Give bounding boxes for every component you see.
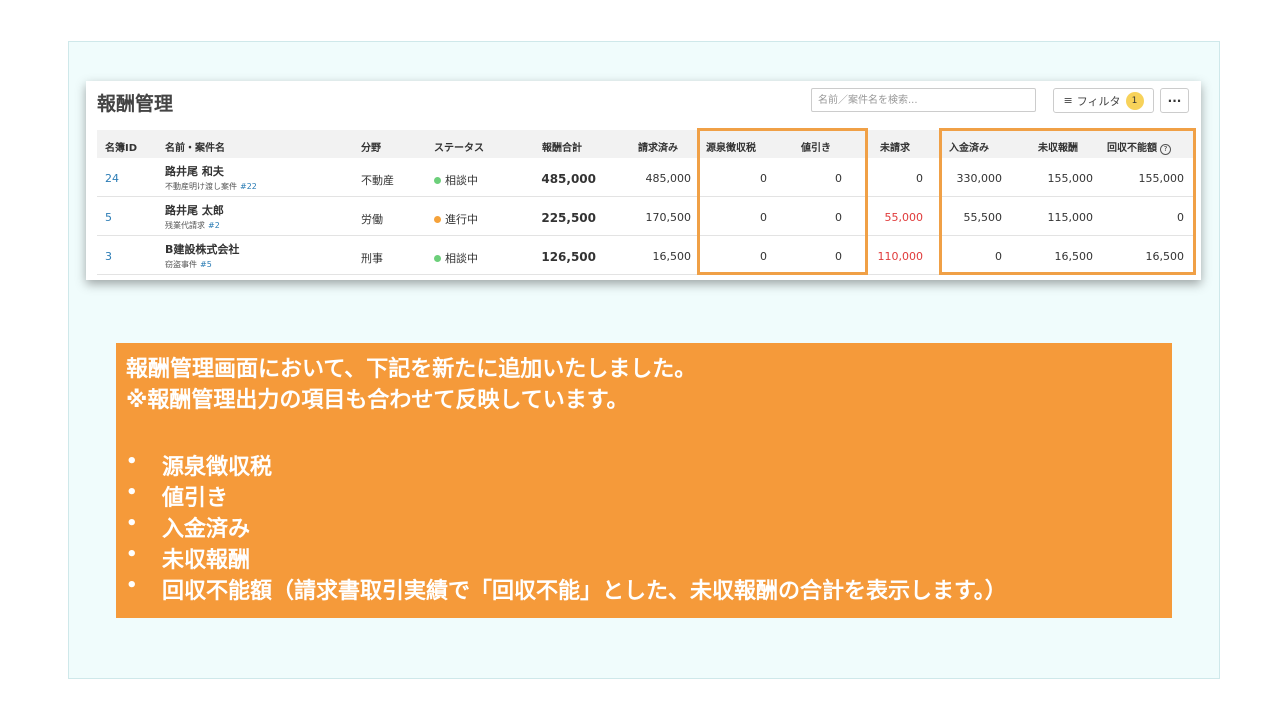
unbilled-cell: 0: [916, 172, 923, 185]
billed-cell: 16,500: [652, 250, 692, 263]
status-dot-icon: [434, 216, 441, 223]
status-label: 進行中: [445, 213, 478, 226]
bullet-icon: •: [126, 513, 138, 534]
header-billed[interactable]: 請求済み: [638, 139, 678, 154]
header-field[interactable]: 分野: [361, 139, 381, 154]
case-info: 残業代請求 #2: [165, 220, 220, 231]
bullet-item: 入金済み: [162, 517, 251, 542]
page-title: 報酬管理: [97, 93, 174, 115]
status-dot-icon: [434, 255, 441, 262]
highlight-box-received-uncollected: [939, 128, 1196, 275]
search-input[interactable]: [811, 88, 1036, 112]
unbilled-cell: 55,000: [884, 211, 924, 224]
case-info: 不動産明け渡し案件 #22: [165, 181, 257, 192]
header-total[interactable]: 報酬合計: [542, 139, 582, 154]
case-number-link[interactable]: #2: [208, 221, 220, 230]
bullet-icon: •: [126, 575, 138, 596]
filter-icon: ≡: [1063, 94, 1073, 107]
bullet-item: 源泉徴収税: [162, 455, 273, 480]
bullet-item: 値引き: [162, 486, 229, 511]
case-name: 不動産明け渡し案件: [165, 182, 237, 191]
total-cell: 225,500: [541, 211, 596, 225]
row-id-link[interactable]: 24: [105, 172, 119, 185]
status-cell: 進行中: [434, 211, 478, 227]
case-info: 窃盗事件 #5: [165, 259, 212, 270]
bullet-icon: •: [126, 451, 138, 472]
filter-count-badge: 1: [1125, 91, 1144, 110]
more-options-button[interactable]: ···: [1160, 88, 1189, 113]
announcement-box: 報酬管理画面において、下記を新たに追加いたしました。 ※報酬管理出力の項目も合わ…: [116, 343, 1172, 618]
total-cell: 485,000: [541, 172, 596, 186]
status-dot-icon: [434, 177, 441, 184]
status-cell: 相談中: [434, 172, 478, 188]
more-icon: ···: [1167, 93, 1182, 108]
highlight-box-withholding-discount: [697, 128, 868, 275]
row-id-link[interactable]: 3: [105, 250, 112, 263]
announcement-line-1: 報酬管理画面において、下記を新たに追加いたしました。: [126, 357, 697, 382]
status-cell: 相談中: [434, 250, 478, 266]
case-number-link[interactable]: #22: [240, 182, 257, 191]
billed-cell: 485,000: [645, 172, 692, 185]
client-name: 路井尾 和夫: [165, 165, 224, 178]
header-unbilled[interactable]: 未請求: [880, 139, 910, 154]
header-status[interactable]: ステータス: [434, 139, 484, 154]
case-name: 窃盗事件: [165, 260, 197, 269]
bullet-icon: •: [126, 482, 138, 503]
filter-label: フィルタ: [1076, 94, 1121, 108]
status-label: 相談中: [445, 252, 478, 265]
client-name: B建設株式会社: [165, 243, 240, 256]
bullet-item: 回収不能額（請求書取引実績で「回収不能」とした、未収報酬の合計を表示します。）: [162, 579, 1007, 604]
header-name[interactable]: 名前・案件名: [165, 139, 225, 154]
announcement-line-2: ※報酬管理出力の項目も合わせて反映しています。: [126, 388, 629, 413]
row-id-link[interactable]: 5: [105, 211, 112, 224]
client-name: 路井尾 太郎: [165, 204, 224, 217]
field-cell: 刑事: [361, 252, 383, 265]
case-name: 残業代請求: [165, 221, 205, 230]
field-cell: 労働: [361, 213, 383, 226]
unbilled-cell: 110,000: [877, 250, 924, 263]
total-cell: 126,500: [541, 250, 596, 264]
bullet-item: 未収報酬: [162, 548, 251, 573]
filter-button[interactable]: ≡ フィルタ 1: [1053, 88, 1154, 113]
bullet-icon: •: [126, 544, 138, 565]
status-label: 相談中: [445, 174, 478, 187]
case-number-link[interactable]: #5: [200, 260, 212, 269]
reward-management-panel: 報酬管理 ≡ フィルタ 1 ··· 名簿ID 名前・案件名 分野 ステータス 報…: [86, 81, 1201, 280]
billed-cell: 170,500: [645, 211, 692, 224]
field-cell: 不動産: [361, 174, 394, 187]
header-id[interactable]: 名簿ID: [105, 139, 137, 154]
